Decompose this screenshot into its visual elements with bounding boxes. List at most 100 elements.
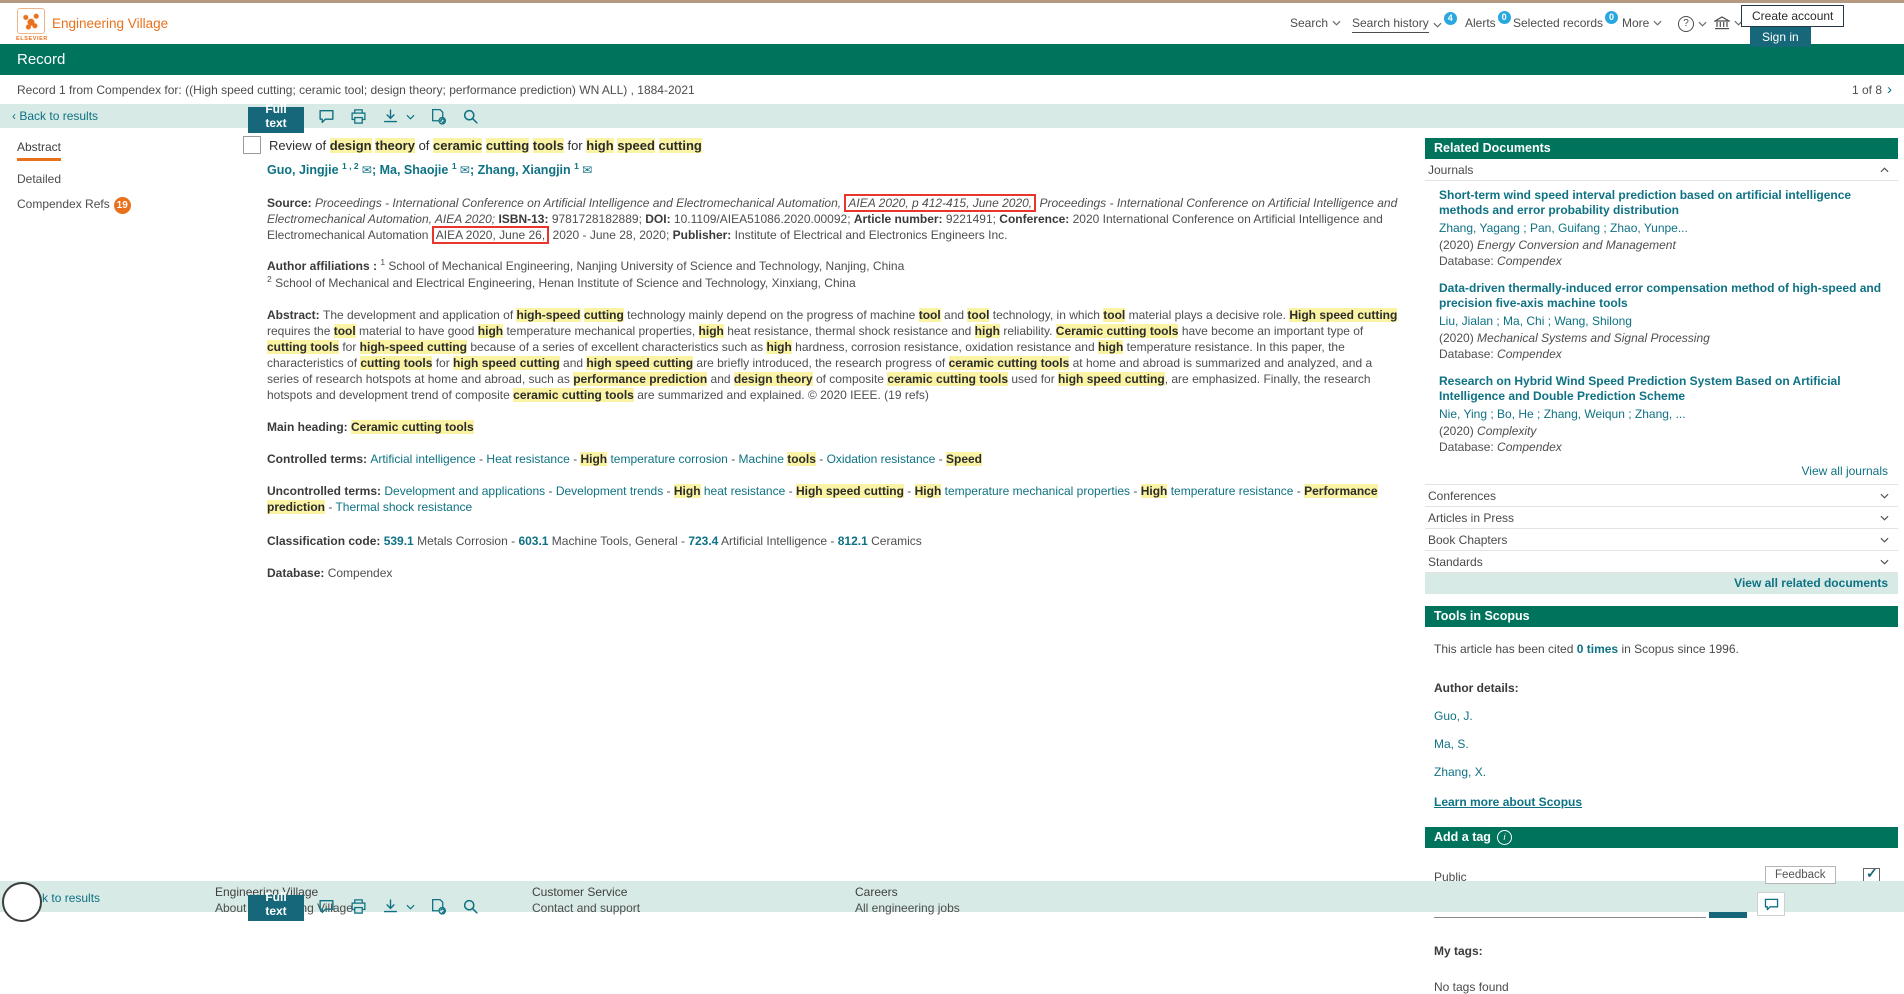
next-record-icon[interactable]: › (1887, 84, 1892, 96)
term-link[interactable]: Development trends (556, 484, 663, 498)
citation-icon[interactable] (430, 108, 447, 125)
term-link[interactable]: Machine (739, 452, 788, 466)
back-to-results-link[interactable]: ‹ Back to results (12, 109, 98, 123)
text-run: temperature mechanical properties, (503, 324, 698, 338)
text-run: speed (617, 138, 655, 153)
help-icon: ? (1678, 16, 1694, 32)
term-link[interactable]: temperature corrosion (607, 452, 728, 466)
my-tags-label: My tags: (1434, 944, 1898, 958)
feedback-button[interactable]: Feedback (1765, 866, 1836, 884)
text-run: and (941, 308, 968, 322)
view-all-related-link[interactable]: View all related documents (1425, 573, 1898, 594)
term-link[interactable]: Development and applications (384, 484, 545, 498)
text-run: heat resistance, thermal shock resistanc… (724, 324, 975, 338)
download-options-chevron-icon[interactable] (406, 114, 415, 120)
term-link[interactable]: Thermal shock resistance (335, 500, 472, 514)
text-run: Classification code: (267, 534, 384, 548)
footer-link-contact[interactable]: Contact and support (532, 901, 640, 915)
learn-more-scopus-link[interactable]: Learn more about Scopus (1434, 795, 1582, 809)
text-run: technology, in which (989, 308, 1103, 322)
comment-icon[interactable] (318, 108, 335, 125)
elsevier-logo[interactable]: ELSEVIER (16, 8, 46, 42)
add-a-tag-header: Add a tag i (1425, 827, 1898, 848)
term-link[interactable]: 723.4 (688, 534, 718, 548)
back-chevron-icon: ‹ (12, 109, 16, 123)
footer-full-text-button[interactable]: Full text (248, 895, 304, 921)
term-link[interactable]: Zhang, Xiangjin (478, 163, 575, 177)
create-account-button[interactable]: Create account (1741, 5, 1844, 27)
search-icon[interactable] (462, 108, 479, 125)
comment-icon[interactable] (318, 898, 335, 915)
term-link[interactable]: temperature mechanical properties (941, 484, 1130, 498)
nav-more[interactable]: More (1622, 16, 1662, 30)
text-run: High (674, 484, 701, 498)
print-icon[interactable] (350, 108, 367, 125)
record-checkbox[interactable] (243, 136, 261, 154)
article-title-link[interactable]: Short-term wind speed interval predictio… (1439, 188, 1892, 218)
term-link[interactable]: Ma, Shaojie (380, 163, 452, 177)
sidebar-item-compendex-refs[interactable]: Compendex Refs19 (17, 197, 227, 214)
full-text-button[interactable]: Full text (248, 107, 304, 133)
term-link[interactable]: ; (470, 163, 478, 177)
term-link[interactable]: 812.1 (838, 534, 868, 548)
scopus-author-link-zhang[interactable]: Zhang, X. (1434, 765, 1898, 779)
view-all-journals-link[interactable]: View all journals (1425, 460, 1898, 484)
nav-selected-records[interactable]: Selected records 0 (1513, 16, 1618, 30)
text-run: The development and application of (323, 308, 516, 322)
section-toggle-book-chapters[interactable]: Book Chapters (1425, 529, 1898, 551)
institution-icon (1714, 16, 1730, 30)
text-run: Source: (267, 196, 315, 210)
chat-icon[interactable] (1757, 892, 1785, 916)
text-run: cutting (659, 138, 702, 153)
section-toggle-standards[interactable]: Standards (1425, 551, 1898, 573)
sidebar-item-abstract[interactable]: Abstract (17, 140, 61, 161)
term-link[interactable]: 539.1 (384, 534, 414, 548)
search-icon[interactable] (462, 898, 479, 915)
term-link[interactable]: 603.1 (518, 534, 548, 548)
download-icon[interactable] (382, 898, 399, 915)
sign-in-button[interactable]: Sign in (1750, 27, 1811, 47)
nav-alerts[interactable]: Alerts 0 (1465, 16, 1511, 30)
term-link[interactable]: heat resistance (701, 484, 786, 498)
nav-search-history[interactable]: Search history 4 (1352, 16, 1457, 33)
term-link[interactable]: 1 , 2 (342, 161, 359, 171)
footer: ‹ Back to results Engineering Village Ab… (0, 881, 1904, 912)
title-row: Review of design theory of ceramic cutti… (243, 136, 1403, 154)
nav-search[interactable]: Search (1290, 16, 1341, 30)
info-icon[interactable]: i (1497, 830, 1512, 845)
term-link[interactable]: Heat resistance (486, 452, 569, 466)
text-run: High speed cutting (796, 484, 904, 498)
scopus-author-link-ma[interactable]: Ma, S. (1434, 737, 1898, 751)
chevron-down-icon (1332, 20, 1341, 26)
section-toggle-conferences[interactable]: Conferences (1425, 484, 1898, 507)
help-menu[interactable]: ? (1678, 16, 1707, 32)
term-link[interactable]: temperature resistance (1167, 484, 1293, 498)
print-icon[interactable] (350, 898, 367, 915)
article-authors[interactable]: Zhang, Yagang ; Pan, Guifang ; Zhao, Yun… (1439, 221, 1892, 235)
citation-count-link[interactable]: 0 times (1577, 642, 1618, 656)
article-title-link[interactable]: Data-driven thermally-induced error comp… (1439, 281, 1892, 311)
term-link[interactable]: Artificial intelligence (370, 452, 475, 466)
section-toggle-articles-in-press[interactable]: Articles in Press (1425, 507, 1898, 529)
related-article: Short-term wind speed interval predictio… (1425, 181, 1898, 274)
text-run: cutting (486, 138, 529, 153)
article-title-link[interactable]: Research on Hybrid Wind Speed Prediction… (1439, 374, 1892, 404)
scopus-author-link-guo[interactable]: Guo, J. (1434, 709, 1898, 723)
article-authors[interactable]: Liu, Jialan ; Ma, Chi ; Wang, Shilong (1439, 314, 1892, 328)
brand-engineering-village[interactable]: Engineering Village (52, 16, 168, 31)
download-options-chevron-icon[interactable] (406, 904, 415, 910)
author-links[interactable]: Guo, Jingjie 1 , 2 ✉; Ma, Shaojie 1 ✉; Z… (243, 163, 1403, 177)
text-run: Institute of Electrical and Electronics … (731, 228, 1007, 242)
article-authors[interactable]: Nie, Ying ; Bo, He ; Zhang, Weiqun ; Zha… (1439, 407, 1892, 421)
text-run: Article number: (854, 212, 943, 226)
term-link[interactable]: Guo, Jingjie (267, 163, 342, 177)
institution-menu[interactable] (1714, 16, 1743, 30)
sidebar-item-detailed[interactable]: Detailed (17, 172, 227, 186)
citation-icon[interactable] (430, 898, 447, 915)
download-icon[interactable] (382, 108, 399, 125)
alerts-badge: 0 (1498, 11, 1511, 24)
footer-link-jobs[interactable]: All engineering jobs (855, 901, 960, 915)
journals-section-toggle[interactable]: Journals (1425, 159, 1898, 181)
term-link[interactable]: Oxidation resistance (827, 452, 936, 466)
term-link[interactable]: ; (372, 163, 380, 177)
